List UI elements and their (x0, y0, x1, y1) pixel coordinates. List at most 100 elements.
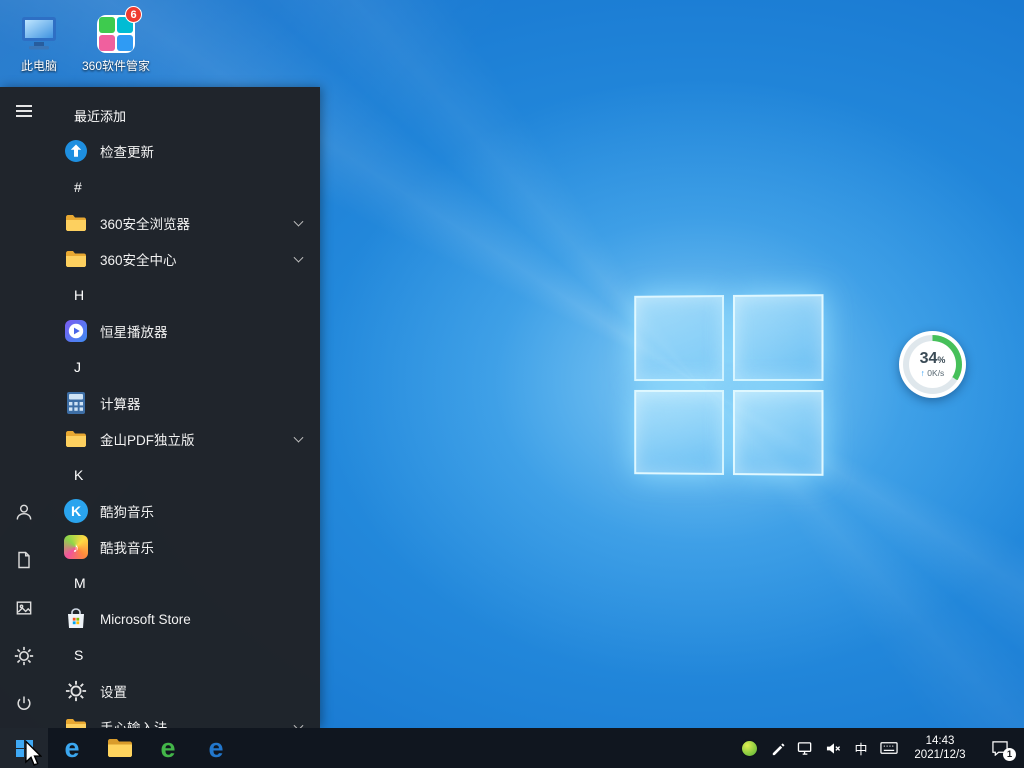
app-group-360-center[interactable]: 360安全中心 (48, 241, 320, 277)
clock-time: 14:43 (908, 734, 972, 748)
documents-button[interactable] (0, 536, 48, 584)
edge-icon: e (64, 735, 79, 762)
clock-date: 2021/12/3 (908, 748, 972, 762)
app-item-label: 酷我音乐 (100, 537, 154, 557)
windows-logo (634, 294, 823, 476)
hamburger-icon (16, 105, 32, 117)
app-item-label: 360安全中心 (100, 249, 177, 269)
pen-icon (770, 741, 785, 756)
this-pc-icon (17, 12, 61, 56)
update-count-badge: 6 (125, 6, 142, 23)
start-menu-rail (0, 87, 48, 728)
start-menu: 最近添加 检查更新 # 360安全浏览器 360安全中心 (0, 87, 320, 728)
app-item-label: 检查更新 (100, 141, 154, 161)
user-icon (14, 502, 34, 522)
action-center-button[interactable]: 1 (982, 728, 1018, 768)
app-item-label: 计算器 (100, 393, 141, 413)
kuwo-music-icon: ♪ (64, 535, 88, 559)
touch-keyboard-icon (880, 741, 898, 755)
taskbar-file-explorer-button[interactable] (96, 728, 144, 768)
network-icon (797, 741, 814, 756)
taskbar-clock[interactable]: 14:43 2021/12/3 (908, 734, 972, 762)
desktop: 此电脑 6 360软件管家 34% ↑ 0K/s (0, 0, 1024, 768)
tray-language-indicator[interactable]: 中 (852, 739, 870, 757)
tray-360-safety-button[interactable] (740, 739, 758, 757)
app-item-kuwo-music[interactable]: ♪ 酷我音乐 (48, 529, 320, 565)
usage-percent: 34% (920, 351, 946, 368)
start-button[interactable] (0, 728, 48, 768)
check-update-icon (64, 139, 88, 163)
app-item-label: 360安全浏览器 (100, 213, 190, 233)
letter-header-m[interactable]: M (48, 565, 320, 601)
windows-logo-pane (634, 295, 723, 381)
tray-volume-muted-button[interactable] (824, 739, 842, 757)
app-group-shouxin-input[interactable]: 手心输入法 (48, 709, 320, 728)
desktop-icon-360-software-manager[interactable]: 6 360软件管家 (77, 12, 155, 73)
tray-network-button[interactable] (796, 739, 814, 757)
folder-icon (64, 211, 88, 235)
network-speed: ↑ 0K/s (921, 368, 945, 378)
tray-touch-keyboard-button[interactable] (880, 739, 898, 757)
app-item-star-player[interactable]: 恒星播放器 (48, 313, 320, 349)
browser-icon: e (208, 735, 223, 762)
windows-logo-pane (634, 389, 723, 475)
desktop-icon-this-pc[interactable]: 此电脑 (0, 12, 78, 73)
desktop-icon-label: 360软件管家 (77, 59, 155, 73)
app-item-label: Microsoft Store (100, 612, 191, 627)
star-player-icon (64, 319, 88, 343)
app-item-label: 设置 (100, 681, 127, 701)
chevron-down-icon[interactable] (294, 217, 304, 227)
chevron-down-icon[interactable] (294, 253, 304, 263)
pictures-icon (14, 598, 34, 618)
app-item-label: 酷狗音乐 (100, 501, 154, 521)
desktop-icon-label: 此电脑 (0, 59, 78, 73)
chevron-down-icon[interactable] (294, 433, 304, 443)
power-icon (14, 694, 34, 714)
letter-header-j[interactable]: J (48, 349, 320, 385)
360-browser-icon: e (160, 735, 175, 762)
settings-button[interactable] (0, 632, 48, 680)
user-account-button[interactable] (0, 488, 48, 536)
microsoft-store-icon (64, 607, 88, 631)
expand-menu-button[interactable] (0, 87, 48, 135)
calculator-icon (64, 391, 88, 415)
file-explorer-icon (107, 737, 133, 759)
taskbar-edge-button[interactable]: e (48, 728, 96, 768)
letter-header-s[interactable]: S (48, 637, 320, 673)
app-item-microsoft-store[interactable]: Microsoft Store (48, 601, 320, 637)
app-group-360-browser[interactable]: 360安全浏览器 (48, 205, 320, 241)
letter-header-h[interactable]: H (48, 277, 320, 313)
recently-added-header: 最近添加 (48, 97, 320, 133)
gear-icon (64, 679, 88, 703)
app-item-calculator[interactable]: 计算器 (48, 385, 320, 421)
letter-header-k[interactable]: K (48, 457, 320, 493)
folder-icon (64, 247, 88, 271)
taskbar-browser-button[interactable]: e (192, 728, 240, 768)
360-software-manager-icon: 6 (94, 12, 138, 56)
app-item-kugou-music[interactable]: K 酷狗音乐 (48, 493, 320, 529)
start-menu-app-list: 最近添加 检查更新 # 360安全浏览器 360安全中心 (48, 87, 320, 728)
app-group-kingsoft-pdf[interactable]: 金山PDF独立版 (48, 421, 320, 457)
windows-logo-pane (732, 294, 823, 380)
chevron-down-icon[interactable] (294, 721, 304, 728)
app-item-label: 金山PDF独立版 (100, 429, 195, 449)
app-item-label: 恒星播放器 (100, 321, 168, 341)
system-tray: 中 14:43 2021/12/3 1 (740, 728, 1024, 768)
notification-badge: 1 (1003, 748, 1016, 761)
power-button[interactable] (0, 680, 48, 728)
gear-icon (14, 646, 34, 666)
upload-arrow-icon: ↑ (921, 368, 925, 378)
folder-icon (64, 715, 88, 728)
pictures-button[interactable] (0, 584, 48, 632)
app-item-settings[interactable]: 设置 (48, 673, 320, 709)
taskbar: e e e (0, 728, 1024, 768)
app-item-check-update[interactable]: 检查更新 (48, 133, 320, 169)
tray-pen-button[interactable] (768, 739, 786, 757)
taskbar-360-browser-button[interactable]: e (144, 728, 192, 768)
app-item-label: 手心输入法 (100, 717, 168, 728)
language-label: 中 (854, 739, 867, 758)
speed-ball-widget[interactable]: 34% ↑ 0K/s (899, 331, 966, 398)
volume-muted-icon (825, 741, 842, 756)
letter-header-hash[interactable]: # (48, 169, 320, 205)
kugou-music-icon: K (64, 499, 88, 523)
